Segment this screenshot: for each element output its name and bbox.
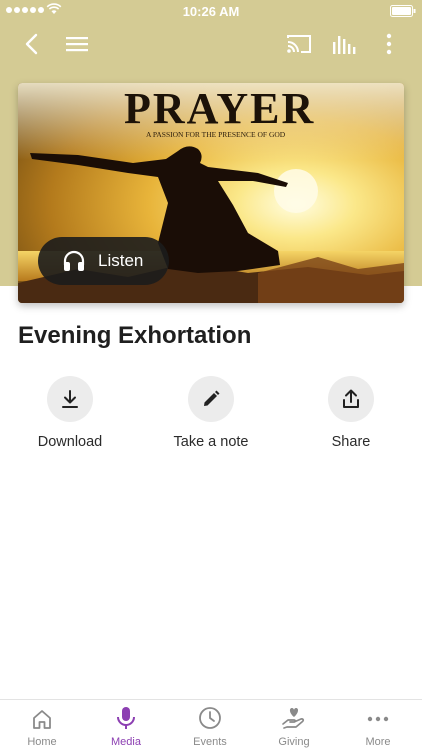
cast-icon — [287, 35, 311, 53]
tab-label: Media — [111, 736, 141, 748]
share-button[interactable]: Share — [291, 376, 411, 450]
take-note-label: Take a note — [173, 434, 249, 450]
microphone-icon — [117, 707, 135, 729]
tab-label: Events — [193, 736, 227, 748]
chevron-left-icon — [25, 33, 38, 55]
status-bar: 10:26 AM — [0, 0, 422, 22]
pencil-icon — [204, 390, 220, 406]
more-dots-icon — [367, 716, 389, 722]
tab-label: More — [365, 736, 391, 748]
download-button[interactable]: Download — [10, 376, 130, 450]
tab-label: Home — [27, 736, 57, 748]
tab-bar: Home Media Events Giving More — [0, 699, 422, 750]
tab-events[interactable]: Events — [168, 700, 252, 750]
tab-more[interactable]: More — [336, 700, 420, 750]
take-note-button[interactable]: Take a note — [151, 376, 271, 450]
status-time: 10:26 AM — [182, 4, 240, 19]
artwork-tagline: A PASSION FOR THE PRESENCE OF GOD — [146, 130, 286, 139]
clock-icon — [199, 707, 221, 729]
equalizer-icon — [333, 36, 356, 54]
hamburger-menu-icon — [66, 37, 88, 52]
media-artwork: PRAYER A PASSION FOR THE PRESENCE OF GOD… — [18, 83, 404, 303]
share-icon — [343, 389, 359, 408]
now-playing-button[interactable] — [328, 28, 360, 60]
download-label: Download — [37, 434, 103, 450]
more-vertical-icon — [386, 33, 392, 55]
cast-button[interactable] — [283, 28, 315, 60]
listen-button[interactable]: Listen — [38, 237, 169, 285]
tab-home[interactable]: Home — [0, 700, 84, 750]
share-label: Share — [331, 434, 371, 450]
listen-label: Listen — [98, 251, 144, 270]
tab-giving[interactable]: Giving — [252, 700, 336, 750]
tab-media[interactable]: Media — [84, 700, 168, 750]
giving-hand-icon — [282, 708, 305, 729]
tab-label: Giving — [278, 736, 310, 748]
download-icon — [62, 390, 78, 408]
headphones-icon — [63, 250, 85, 271]
media-actions: Download Take a note Share — [0, 376, 422, 456]
back-button[interactable] — [16, 28, 48, 60]
artwork-heading: PRAYER — [124, 84, 315, 133]
home-icon — [33, 710, 51, 729]
media-title: Evening Exhortation — [18, 322, 252, 349]
battery-icon — [390, 5, 416, 20]
menu-button[interactable] — [61, 28, 93, 60]
more-options-button[interactable] — [373, 28, 405, 60]
